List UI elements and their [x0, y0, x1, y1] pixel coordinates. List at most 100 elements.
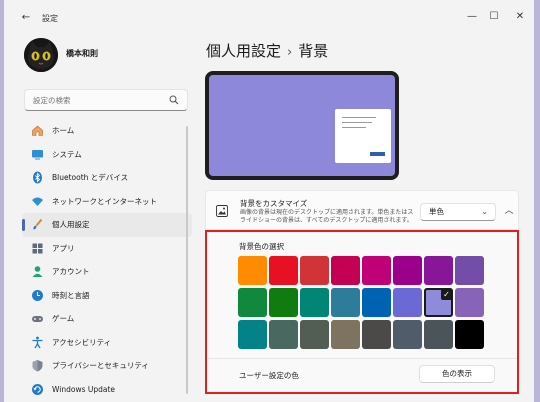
cat-avatar-icon	[24, 38, 58, 72]
color-swatch[interactable]	[300, 288, 329, 317]
sidebar-item-label: 個人用設定	[52, 220, 90, 230]
preview-line	[342, 122, 372, 123]
settings-window: ← 設定 — ☐ ✕ 橋本和則 設定の検索 ホーム システム Bluetooth…	[0, 0, 540, 402]
sidebar-item-home[interactable]: ホーム	[22, 119, 192, 143]
sidebar-item-windows-update[interactable]: Windows Update	[22, 378, 192, 402]
custom-color-label: ユーザー設定の色	[239, 371, 299, 380]
color-swatch-selected[interactable]: ✓	[424, 288, 453, 317]
preview-button	[370, 152, 385, 156]
color-swatch[interactable]	[393, 288, 422, 317]
chevron-down-icon: ⌄	[481, 207, 488, 216]
color-swatch-row	[238, 256, 486, 285]
color-swatch[interactable]	[331, 288, 360, 317]
sidebar-item-accounts[interactable]: アカウント	[22, 260, 192, 284]
breadcrumb: 個人用設定 › 背景	[206, 40, 328, 61]
sidebar-item-label: プライバシーとセキュリティ	[52, 361, 149, 371]
sidebar-item-label: ネットワークとインターネット	[52, 196, 157, 206]
shield-icon	[30, 359, 44, 373]
dropdown-value: 単色	[429, 207, 444, 216]
clock-globe-icon	[30, 288, 44, 302]
customize-background-row: 背景をカスタマイズ 画像の背景は現在のデスクトップに適用されます。単色またはスラ…	[205, 190, 519, 230]
color-swatch-row: ✓	[238, 288, 486, 317]
search-icon[interactable]	[169, 95, 179, 105]
view-colors-button[interactable]: 色の表示	[419, 365, 495, 383]
background-type-dropdown[interactable]: 単色 ⌄	[420, 203, 496, 221]
sidebar-item-bluetooth[interactable]: Bluetooth とデバイス	[22, 166, 192, 190]
avatar[interactable]	[24, 38, 58, 72]
color-swatch[interactable]	[362, 256, 391, 285]
color-swatch[interactable]	[331, 320, 360, 349]
user-name: 橋本和則	[66, 49, 98, 58]
color-swatch[interactable]	[424, 320, 453, 349]
preview-screen	[209, 75, 395, 176]
apps-icon	[30, 241, 44, 255]
background-color-title: 背景色の選択	[239, 242, 284, 251]
sidebar-item-gaming[interactable]: ゲーム	[22, 307, 192, 331]
search-input[interactable]	[25, 90, 165, 110]
update-icon	[30, 382, 44, 396]
sidebar-item-label: Bluetooth とデバイス	[52, 173, 129, 183]
color-swatch[interactable]	[393, 256, 422, 285]
breadcrumb-parent[interactable]: 個人用設定	[206, 42, 281, 60]
sidebar-item-label: Windows Update	[52, 384, 116, 394]
sidebar-item-apps[interactable]: アプリ	[22, 237, 192, 261]
title-bar: ← 設定 — ☐ ✕	[4, 0, 534, 34]
color-swatch[interactable]	[362, 320, 391, 349]
sidebar-item-label: ゲーム	[52, 314, 75, 324]
sidebar-item-label: 時刻と言語	[52, 290, 90, 300]
sidebar-item-system[interactable]: システム	[22, 143, 192, 167]
color-swatch[interactable]	[455, 288, 484, 317]
color-swatch[interactable]	[362, 288, 391, 317]
account-icon	[30, 265, 44, 279]
sidebar-item-label: アプリ	[52, 243, 75, 253]
color-swatch[interactable]	[238, 288, 267, 317]
preview-window	[335, 109, 391, 163]
sidebar-item-time-language[interactable]: 時刻と言語	[22, 284, 192, 308]
color-swatch[interactable]	[238, 320, 267, 349]
sidebar-item-label: アクセシビリティ	[52, 337, 112, 347]
background-color-panel: 背景色の選択 ✓ ユーザー設定の色 色の表示	[205, 230, 519, 394]
color-swatch[interactable]	[269, 256, 298, 285]
app-title: 設定	[42, 14, 58, 23]
sidebar-item-label: ホーム	[52, 126, 75, 136]
color-swatch[interactable]	[331, 256, 360, 285]
display-icon	[30, 147, 44, 161]
accessibility-icon	[30, 335, 44, 349]
back-arrow-icon[interactable]: ←	[20, 12, 32, 24]
breadcrumb-separator: ›	[287, 45, 293, 60]
sidebar-item-privacy[interactable]: プライバシーとセキュリティ	[22, 354, 192, 378]
search-box[interactable]	[24, 89, 188, 111]
color-swatch[interactable]	[269, 288, 298, 317]
minimize-button[interactable]: —	[464, 10, 480, 24]
wifi-icon	[30, 194, 44, 208]
sidebar-item-network[interactable]: ネットワークとインターネット	[22, 190, 192, 214]
home-icon	[30, 124, 44, 138]
customize-description: 画像の背景は現在のデスクトップに適用されます。単色またはスライドショーの背景は、…	[240, 209, 414, 224]
brush-icon	[30, 218, 44, 232]
checkmark-icon: ✓	[441, 289, 452, 300]
color-swatch[interactable]	[393, 320, 422, 349]
page-title: 背景	[298, 42, 329, 60]
gamepad-icon	[30, 312, 44, 326]
sidebar-item-accessibility[interactable]: アクセシビリティ	[22, 331, 192, 355]
color-swatch[interactable]	[300, 320, 329, 349]
desktop-preview	[205, 71, 399, 180]
picture-icon	[216, 205, 228, 217]
color-swatch[interactable]	[455, 256, 484, 285]
divider	[207, 358, 517, 359]
sidebar-item-personalization[interactable]: 個人用設定	[22, 213, 192, 237]
color-swatch[interactable]	[238, 256, 267, 285]
color-swatch[interactable]	[424, 256, 453, 285]
sidebar-item-label: アカウント	[52, 267, 90, 277]
sidebar-nav: ホーム システム Bluetooth とデバイス ネットワークとインターネット …	[22, 119, 192, 401]
color-swatch[interactable]	[455, 320, 484, 349]
color-swatch[interactable]	[269, 320, 298, 349]
bluetooth-icon	[30, 171, 44, 185]
color-swatch[interactable]	[300, 256, 329, 285]
chevron-up-icon[interactable]: ︿	[502, 203, 516, 219]
maximize-button[interactable]: ☐	[486, 10, 502, 24]
sidebar-scrollbar[interactable]	[186, 126, 188, 394]
customize-title: 背景をカスタマイズ	[240, 199, 308, 208]
color-swatch-grid: ✓	[238, 256, 486, 352]
close-button[interactable]: ✕	[512, 10, 528, 24]
